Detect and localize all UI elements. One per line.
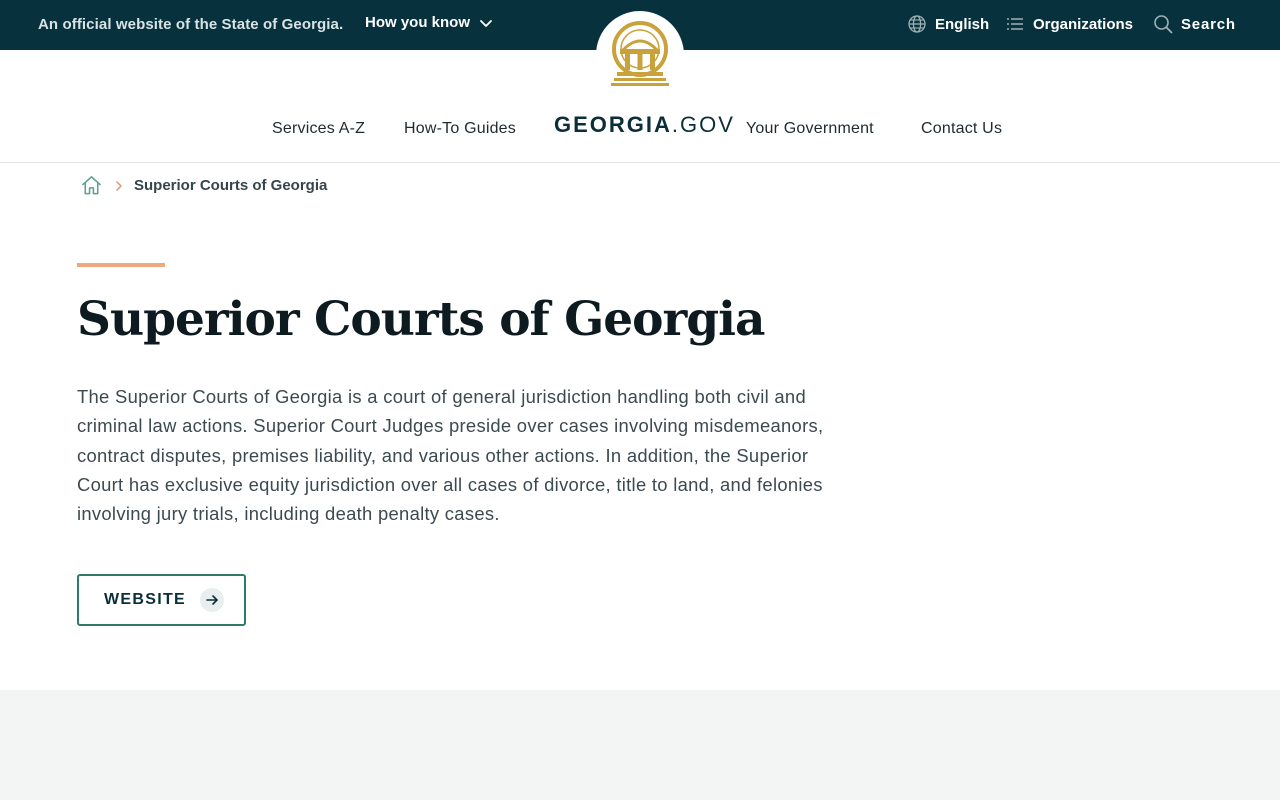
arrow-badge	[200, 588, 224, 612]
nav-how-to-guides[interactable]: How-To Guides	[404, 120, 516, 138]
search-button[interactable]: Search	[1153, 14, 1236, 34]
home-icon[interactable]	[80, 174, 103, 197]
official-website-text: An official website of the State of Geor…	[38, 16, 344, 33]
lower-section-background	[0, 690, 1280, 800]
georgia-gov-wordmark[interactable]: GEORGIA.GOV	[554, 112, 735, 138]
language-selector[interactable]: English	[907, 14, 989, 34]
page-title: Superior Courts of Georgia	[77, 292, 765, 347]
page-description: The Superior Courts of Georgia is a cour…	[77, 386, 824, 525]
title-accent-bar	[77, 263, 165, 267]
arrow-right-icon	[206, 595, 218, 605]
brand-suffix: .GOV	[671, 112, 735, 137]
list-icon	[1007, 18, 1023, 30]
website-button[interactable]: WEBSITE	[77, 574, 246, 626]
nav-services-a-z[interactable]: Services A-Z	[272, 120, 365, 138]
nav-contact-us[interactable]: Contact Us	[921, 120, 1002, 138]
globe-icon	[908, 15, 926, 33]
how-you-know-label: How you know	[365, 14, 470, 31]
breadcrumb-current: Superior Courts of Georgia	[134, 177, 328, 194]
language-label: English	[935, 15, 990, 33]
chevron-down-icon	[480, 19, 492, 27]
organizations-label: Organizations	[1033, 15, 1134, 33]
how-you-know-toggle[interactable]: How you know	[365, 14, 494, 31]
brand-name: GEORGIA	[554, 112, 672, 137]
nav-your-government[interactable]: Your Government	[746, 120, 874, 138]
search-label: Search	[1181, 15, 1236, 33]
georgia-seal-icon	[611, 21, 669, 86]
breadcrumb: Superior Courts of Georgia	[80, 174, 327, 197]
website-button-label: WEBSITE	[104, 591, 186, 608]
chevron-right-icon	[116, 180, 122, 191]
organizations-link[interactable]: Organizations	[1005, 14, 1133, 34]
georgia-seal-logo[interactable]	[596, 11, 684, 99]
search-icon	[1154, 15, 1173, 34]
